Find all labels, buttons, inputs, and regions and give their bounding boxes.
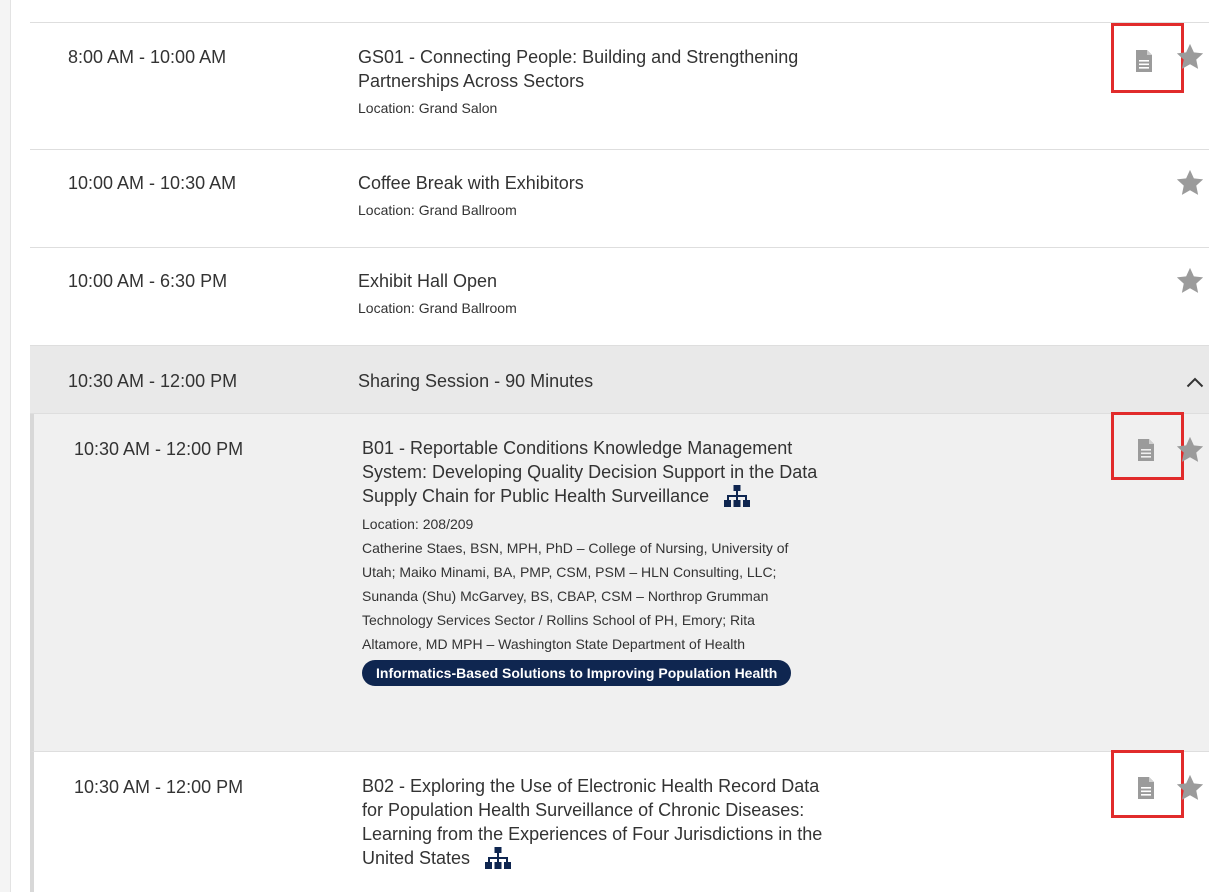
session-location: Location: Grand Salon — [358, 100, 498, 116]
session-title-line: for Population Health Surveillance of Ch… — [362, 800, 805, 820]
session-row[interactable]: 8:00 AM - 10:00 AM GS01 - Connecting Peo… — [30, 22, 1209, 150]
session-group-header[interactable]: 10:30 AM - 12:00 PM Sharing Session - 90… — [30, 346, 1209, 414]
session-title-line: B01 - Reportable Conditions Knowledge Ma… — [362, 438, 793, 458]
session-location: Location: 208/209 — [362, 516, 474, 533]
session-title[interactable]: Coffee Break with Exhibitors — [358, 171, 1058, 195]
session-time: 8:00 AM - 10:00 AM — [68, 47, 227, 67]
session-title-line: Supply Chain for Public Health Surveilla… — [362, 486, 710, 506]
session-title[interactable]: GS01 - Connecting People: Building and S… — [358, 45, 1058, 93]
author-line: Utah; Maiko Minami, BA, PMP, CSM, PSM – … — [362, 564, 777, 581]
session-body: B02 - Exploring the Use of Electronic He… — [362, 774, 1082, 871]
star-icon[interactable] — [1174, 773, 1206, 803]
session-row[interactable]: 10:00 AM - 6:30 PM Exhibit Hall Open Loc… — [30, 248, 1209, 346]
author-line: Altamore, MD MPH – Washington State Depa… — [362, 636, 746, 653]
session-authors: Catherine Staes, BSN, MPH, PhD – College… — [362, 536, 1082, 656]
session-title-line: B02 - Exploring the Use of Electronic He… — [362, 776, 820, 796]
session-title[interactable]: Exhibit Hall Open — [358, 269, 1058, 293]
group-time: 10:30 AM - 12:00 PM — [68, 371, 238, 391]
left-rule — [0, 0, 11, 892]
session-title-line: System: Developing Quality Decision Supp… — [362, 462, 818, 482]
session-time: 10:30 AM - 12:00 PM — [74, 439, 244, 459]
session-row[interactable]: 10:30 AM - 12:00 PM B02 - Exploring the … — [30, 750, 1209, 892]
session-body: B01 - Reportable Conditions Knowledge Ma… — [362, 436, 1082, 687]
session-title-line: GS01 - Connecting People: Building and S… — [358, 47, 799, 67]
session-time: 10:00 AM - 10:30 AM — [68, 173, 237, 193]
author-line: Technology Services Sector / Rollins Sch… — [362, 612, 755, 629]
chevron-up-icon[interactable] — [1186, 376, 1204, 388]
session-row[interactable]: 10:30 AM - 12:00 PM B01 - Reportable Con… — [30, 412, 1209, 752]
session-body: Coffee Break with Exhibitors Location: G… — [358, 171, 1058, 220]
session-title-line: United States — [362, 848, 471, 868]
session-title[interactable]: B02 - Exploring the Use of Electronic He… — [362, 774, 1082, 871]
session-location: Location: Grand Ballroom — [358, 202, 517, 218]
session-time: 10:30 AM - 12:00 PM — [74, 777, 244, 797]
schedule-list: 8:00 AM - 10:00 AM GS01 - Connecting Peo… — [30, 0, 1209, 892]
session-body: Exhibit Hall Open Location: Grand Ballro… — [358, 269, 1058, 318]
session-title[interactable]: B01 - Reportable Conditions Knowledge Ma… — [362, 436, 1082, 509]
org-chart-icon[interactable] — [724, 485, 751, 509]
star-icon[interactable] — [1174, 266, 1206, 296]
session-title-line: Partnerships Across Sectors — [358, 71, 585, 91]
org-chart-icon[interactable] — [485, 847, 512, 871]
session-title-line: Learning from the Experiences of Four Ju… — [362, 824, 823, 844]
star-icon[interactable] — [1174, 435, 1206, 465]
star-icon[interactable] — [1174, 42, 1206, 72]
session-row[interactable]: 10:00 AM - 10:30 AM Coffee Break with Ex… — [30, 150, 1209, 248]
session-time: 10:00 AM - 6:30 PM — [68, 271, 228, 291]
group-title: Sharing Session - 90 Minutes — [358, 371, 594, 391]
track-tag[interactable]: Informatics-Based Solutions to Improving… — [362, 660, 792, 687]
author-line: Catherine Staes, BSN, MPH, PhD – College… — [362, 540, 789, 557]
session-location: Location: Grand Ballroom — [358, 300, 517, 316]
author-line: Sunanda (Shu) McGarvey, BS, CBAP, CSM – … — [362, 588, 769, 605]
star-icon[interactable] — [1174, 168, 1206, 198]
session-body: GS01 - Connecting People: Building and S… — [358, 45, 1058, 118]
